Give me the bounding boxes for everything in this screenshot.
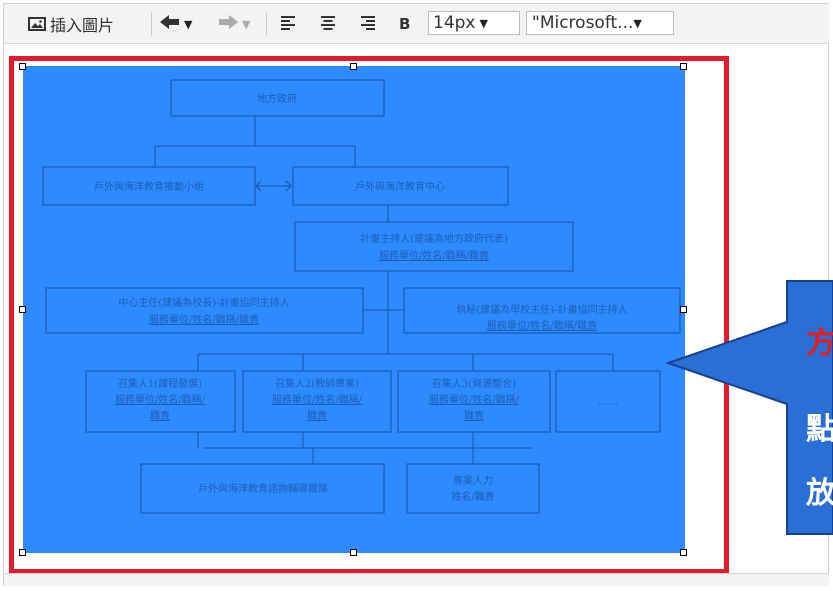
callout-line-2: 點 (806, 412, 833, 447)
callout-line-1: 方 (806, 326, 833, 361)
editor-status-bar (4, 573, 829, 586)
callout-bubble (664, 280, 833, 535)
callout-line-3: 放 (806, 476, 833, 511)
